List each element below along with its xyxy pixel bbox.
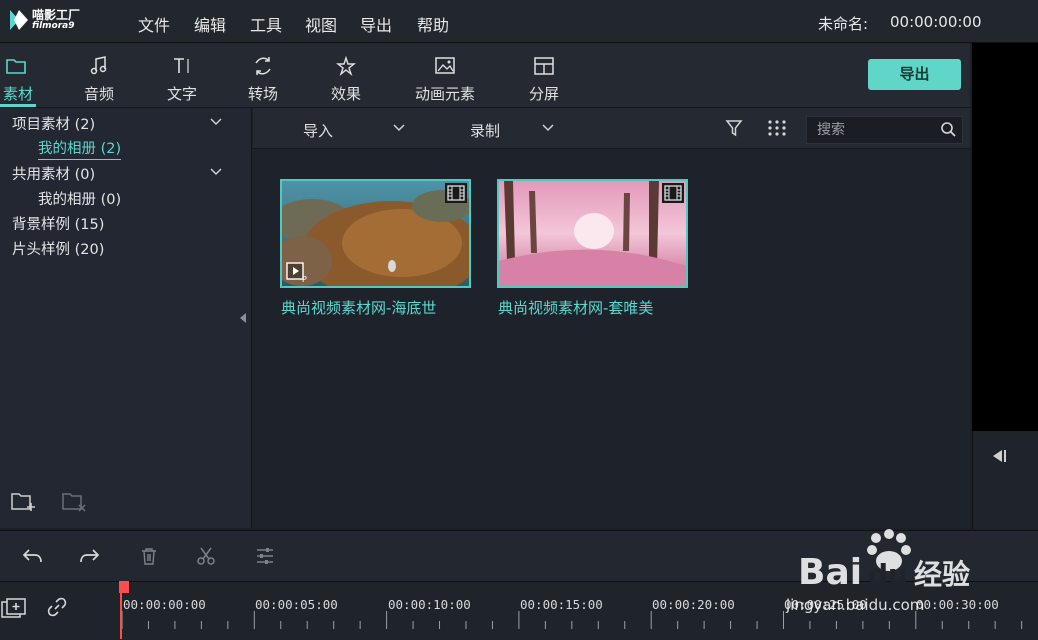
- export-button[interactable]: 导出: [868, 59, 961, 90]
- tab-split-screen[interactable]: 分屏: [523, 43, 565, 107]
- delete-icon[interactable]: [138, 546, 160, 566]
- tab-label: 音频: [83, 85, 114, 103]
- filter-icon[interactable]: [725, 119, 743, 137]
- step-back-icon[interactable]: [990, 447, 1008, 465]
- text-icon: [174, 58, 189, 73]
- tab-label: 素材: [2, 85, 33, 103]
- add-track-icon[interactable]: [1, 597, 27, 619]
- menu-bar: 喵影工厂 filmora9 文件 编辑 工具 视图 导出 帮助 未命名: 00:…: [0, 0, 1038, 43]
- cut-icon[interactable]: [195, 546, 217, 566]
- media-thumbnail[interactable]: [497, 179, 688, 288]
- menu-edit[interactable]: 编辑: [194, 12, 226, 36]
- svg-text:Bai: Bai: [798, 552, 862, 593]
- project-duration: 00:00:00:00: [890, 13, 982, 31]
- chevron-down-icon[interactable]: [542, 124, 554, 132]
- video-film-icon: [662, 183, 684, 203]
- tab-effects[interactable]: 效果: [325, 43, 367, 107]
- menu-tools[interactable]: 工具: [250, 12, 282, 36]
- preview-controls: [972, 431, 1038, 529]
- transition-icon: [255, 57, 271, 75]
- link-icon[interactable]: [47, 597, 67, 617]
- tab-label: 文字: [166, 85, 197, 103]
- grid-view-icon[interactable]: [767, 119, 787, 137]
- delete-folder-icon[interactable]: [62, 491, 88, 513]
- time-tick-label: 00:00:00:00: [123, 597, 206, 612]
- import-dropdown[interactable]: 导入: [303, 120, 333, 141]
- logo-subtext: filmora9: [32, 21, 75, 31]
- video-play-icon: P: [285, 261, 309, 284]
- playhead-handle[interactable]: [119, 581, 129, 593]
- new-folder-icon[interactable]: [11, 491, 37, 513]
- tab-elements[interactable]: 动画元素: [409, 43, 481, 107]
- record-dropdown[interactable]: 录制: [470, 120, 500, 141]
- underwater-scene-image: [282, 181, 469, 286]
- project-name-label: 未命名:: [818, 15, 869, 33]
- chevron-down-icon[interactable]: [210, 168, 222, 176]
- video-film-icon: [445, 183, 467, 203]
- watermark-site: jingyan.baidu.com: [786, 596, 925, 614]
- tab-label: 转场: [247, 85, 278, 103]
- music-note-icon: [90, 56, 107, 75]
- svg-text:经验: 经验: [914, 558, 970, 591]
- module-tabs-bar: 素材 音频 文字 转场 效果 动画元素 分屏 导出: [0, 43, 970, 108]
- chevron-down-icon[interactable]: [210, 118, 222, 126]
- media-title: 典尚视频素材网-套唯美: [498, 299, 654, 317]
- active-tab-indicator: [0, 104, 36, 107]
- tab-media[interactable]: 素材: [0, 43, 36, 107]
- redo-icon[interactable]: [79, 546, 101, 566]
- library-project-media[interactable]: 项目素材 (2): [12, 113, 95, 134]
- library-title-samples[interactable]: 片头样例 (20): [12, 238, 104, 259]
- svg-text:du: du: [868, 558, 908, 591]
- tab-text[interactable]: 文字: [161, 43, 203, 107]
- library-background-samples[interactable]: 背景样例 (15): [12, 213, 104, 234]
- library-my-album-project[interactable]: 我的相册 (2): [38, 137, 122, 160]
- adjust-icon[interactable]: [254, 546, 276, 566]
- time-tick-label: 00:00:15:00: [520, 597, 603, 612]
- split-screen-icon: [534, 57, 554, 75]
- image-icon: [435, 57, 455, 74]
- collapse-panel-icon[interactable]: [240, 313, 246, 323]
- time-tick-label: 00:00:05:00: [255, 597, 338, 612]
- search-box: [806, 116, 963, 144]
- media-thumbnail[interactable]: P: [280, 179, 471, 288]
- blossom-scene-image: [499, 181, 686, 286]
- baidu-watermark-logo: Bai du 经验: [798, 529, 970, 593]
- tab-audio[interactable]: 音频: [78, 43, 120, 107]
- tab-transition[interactable]: 转场: [242, 43, 284, 107]
- time-tick-label: 00:00:20:00: [652, 597, 735, 612]
- menu-help[interactable]: 帮助: [417, 12, 449, 36]
- search-input[interactable]: [807, 117, 939, 143]
- effects-icon: [336, 55, 356, 77]
- folder-icon: [6, 59, 26, 74]
- chevron-down-icon[interactable]: [393, 124, 405, 132]
- menu-file[interactable]: 文件: [138, 12, 170, 36]
- menu-view[interactable]: 视图: [305, 12, 337, 36]
- tab-label: 动画元素: [414, 85, 475, 103]
- search-icon[interactable]: [940, 121, 956, 137]
- time-tick-label: 00:00:10:00: [388, 597, 471, 612]
- menu-export[interactable]: 导出: [360, 12, 392, 36]
- svg-text:P: P: [302, 275, 307, 283]
- library-my-album-shared[interactable]: 我的相册 (0): [38, 188, 121, 209]
- preview-panel: [972, 43, 1038, 431]
- undo-icon[interactable]: [21, 546, 43, 566]
- library-shared-media[interactable]: 共用素材 (0): [12, 163, 95, 184]
- tab-label: 分屏: [528, 85, 559, 103]
- media-title: 典尚视频素材网-海底世: [281, 299, 437, 317]
- tab-label: 效果: [330, 85, 361, 103]
- filmora-logo-icon: [10, 10, 28, 30]
